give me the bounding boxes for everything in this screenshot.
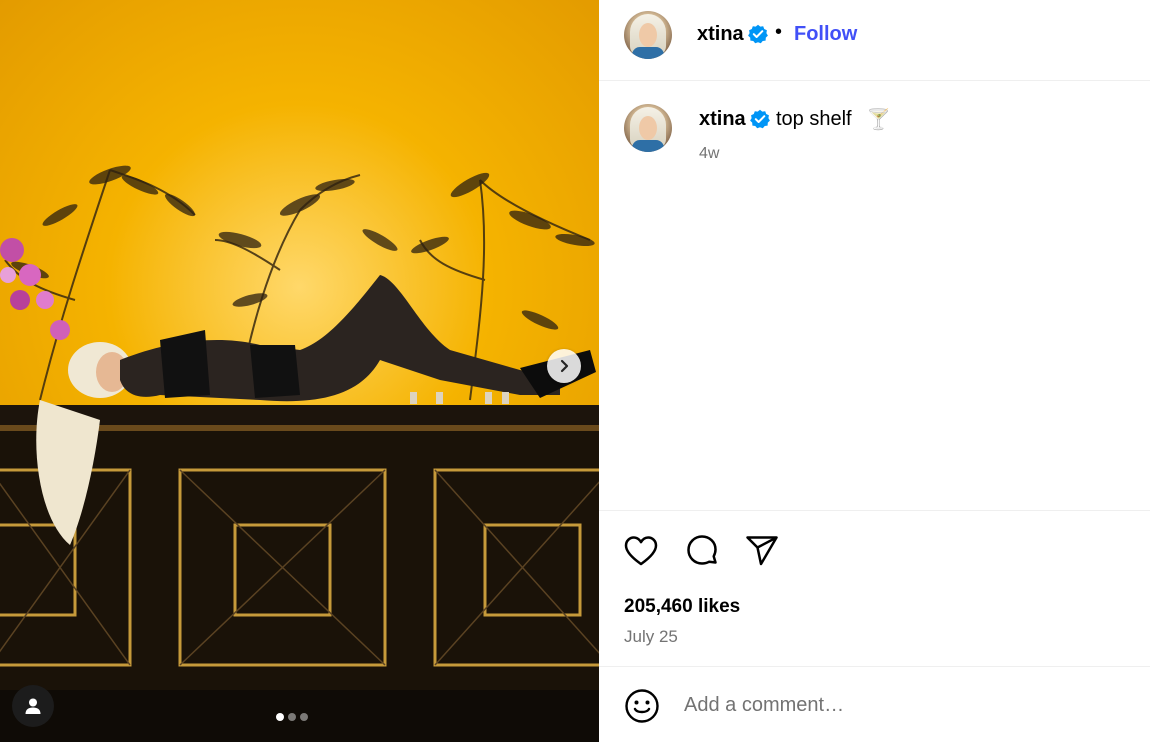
smiley-icon — [625, 689, 659, 723]
caption-avatar[interactable] — [624, 104, 672, 152]
carousel-next-button[interactable] — [547, 349, 581, 383]
heart-icon — [624, 536, 658, 566]
tagged-users-button[interactable] — [12, 685, 54, 727]
post-header: xtina • Follow — [599, 0, 1150, 81]
post-actions-section: 205,460 likes July 25 — [599, 510, 1150, 667]
header-separator: • — [775, 21, 783, 43]
caption-timestamp[interactable]: 4w — [699, 145, 719, 163]
user-icon — [25, 698, 41, 714]
carousel-dot — [300, 713, 308, 721]
emoji-picker-button[interactable] — [624, 688, 660, 729]
verified-badge-icon — [750, 109, 770, 134]
caption-text: top shelf — [776, 108, 852, 130]
cocktail-emoji: 🍸 — [866, 109, 891, 131]
comment-bar — [599, 667, 1150, 742]
post-media[interactable] — [0, 0, 599, 742]
post-date[interactable]: July 25 — [624, 627, 678, 647]
comment-icon — [687, 535, 717, 565]
verified-badge-icon — [748, 24, 768, 49]
comment-button[interactable] — [684, 533, 720, 569]
post-details-panel: xtina • Follow xtina top shelf 🍸 4w 205,… — [599, 0, 1150, 742]
carousel-dot-active — [276, 713, 284, 721]
comment-input[interactable] — [684, 689, 1104, 721]
header-username[interactable]: xtina — [697, 23, 744, 46]
avatar[interactable] — [624, 11, 672, 59]
chevron-right-icon — [560, 359, 569, 373]
caption-username[interactable]: xtina — [699, 108, 746, 131]
carousel-dot — [288, 713, 296, 721]
carousel-indicator — [276, 713, 308, 721]
share-icon — [746, 536, 778, 566]
follow-button[interactable]: Follow — [794, 23, 857, 46]
likes-count[interactable]: 205,460 likes — [624, 596, 740, 618]
like-button[interactable] — [623, 533, 659, 569]
post-photo — [0, 165, 599, 742]
share-button[interactable] — [744, 533, 780, 569]
